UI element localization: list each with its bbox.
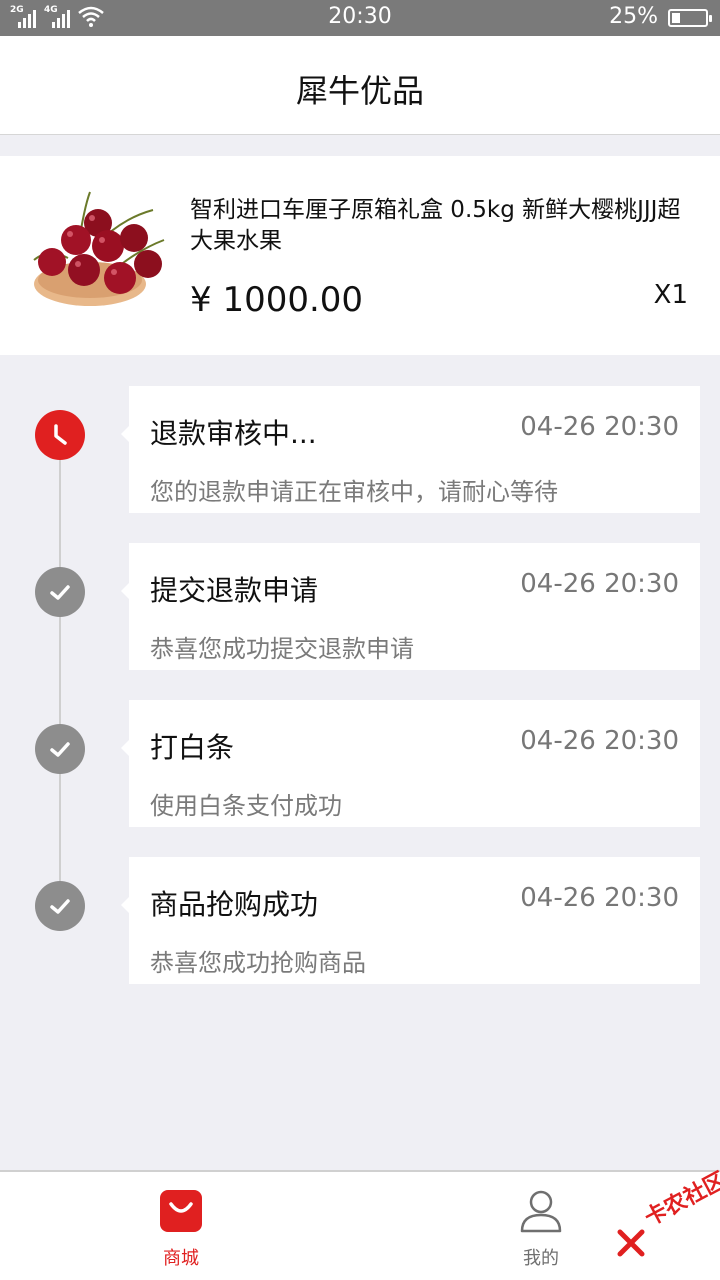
shopping-bag-icon <box>160 1190 202 1232</box>
step-description: 使用白条支付成功 <box>150 792 342 820</box>
step-time: 04-26 20:30 <box>520 883 679 913</box>
step-time: 04-26 20:30 <box>520 412 679 442</box>
step-title: 退款审核中... <box>150 417 317 450</box>
battery-icon <box>668 9 712 27</box>
clock-icon <box>35 410 85 460</box>
check-icon <box>35 724 85 774</box>
product-name: 智利进口车厘子原箱礼盒 0.5kg 新鲜大樱桃JJJ超大果水果 <box>190 197 681 254</box>
step-description: 恭喜您成功抢购商品 <box>150 949 366 977</box>
tab-mine-label: 我的 <box>523 1248 559 1269</box>
status-bar: 2G 4G 20:30 25% <box>0 0 720 36</box>
step-description: 恭喜您成功提交退款申请 <box>150 635 414 663</box>
watermark-logo: 卡农社区 <box>614 1168 720 1260</box>
step-title: 商品抢购成功 <box>150 888 319 921</box>
tab-shop[interactable]: 商城 <box>121 1188 241 1270</box>
battery-percentage: 25% <box>609 4 658 29</box>
product-price: ¥ 1000.00 <box>190 280 364 320</box>
bottom-tab-bar: 商城 我的 <box>0 1170 720 1280</box>
step-title: 提交退款申请 <box>150 574 319 607</box>
cherries-image <box>33 191 165 306</box>
watermark-icon <box>617 1229 645 1257</box>
product-card[interactable]: 智利进口车厘子原箱礼盒 0.5kg 新鲜大樱桃JJJ超大果水果 ¥ 1000.0… <box>0 156 720 355</box>
timeline-card: 商品抢购成功 04-26 20:30 恭喜您成功抢购商品 <box>121 857 700 984</box>
timeline-card: 打白条 04-26 20:30 使用白条支付成功 <box>121 700 700 827</box>
timeline-step-baitiao-paid: 打白条 04-26 20:30 使用白条支付成功 <box>0 700 720 827</box>
step-description: 您的退款申请正在审核中，请耐心等待 <box>150 478 558 506</box>
user-icon <box>520 1190 562 1233</box>
step-time: 04-26 20:30 <box>520 569 679 599</box>
timeline-step-purchase-success: 商品抢购成功 04-26 20:30 恭喜您成功抢购商品 <box>0 857 720 984</box>
timeline-card: 退款审核中... 04-26 20:30 您的退款申请正在审核中，请耐心等待 <box>121 386 700 513</box>
timeline-step-refund-review: 退款审核中... 04-26 20:30 您的退款申请正在审核中，请耐心等待 <box>0 386 720 513</box>
step-title: 打白条 <box>150 731 235 764</box>
timeline-step-refund-submitted: 提交退款申请 04-26 20:30 恭喜您成功提交退款申请 <box>0 543 720 670</box>
check-icon <box>35 567 85 617</box>
app-header: 犀牛优品 <box>0 36 720 135</box>
tab-mine[interactable]: 我的 <box>481 1188 601 1270</box>
page-title: 犀牛优品 <box>295 72 424 110</box>
product-quantity: X1 <box>653 280 688 310</box>
step-time: 04-26 20:30 <box>520 726 679 756</box>
timeline-card: 提交退款申请 04-26 20:30 恭喜您成功提交退款申请 <box>121 543 700 670</box>
check-icon <box>35 881 85 931</box>
tab-shop-label: 商城 <box>163 1248 199 1269</box>
